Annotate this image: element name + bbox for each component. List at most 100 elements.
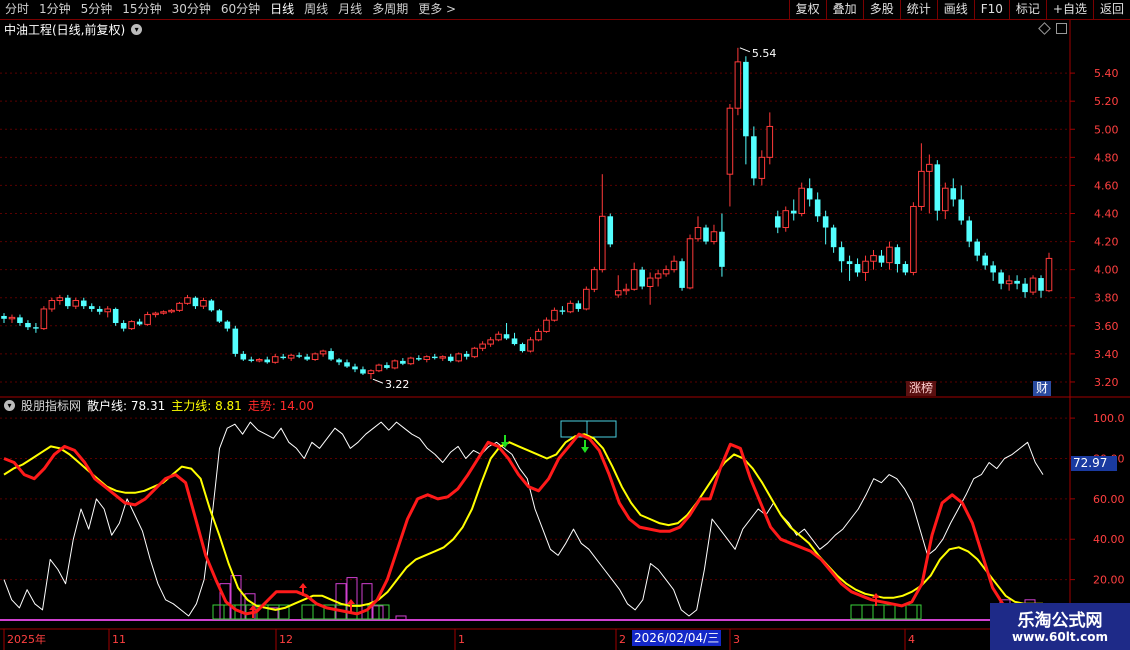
candle-body bbox=[360, 369, 366, 374]
candle-body bbox=[774, 216, 781, 228]
candle-body bbox=[40, 308, 48, 330]
candle-body bbox=[1038, 278, 1044, 291]
candle-body bbox=[80, 300, 87, 307]
candle-body bbox=[719, 231, 725, 267]
candle-body bbox=[319, 350, 327, 355]
candle-body bbox=[144, 314, 151, 325]
candle-body bbox=[567, 302, 574, 313]
indicator-name: 股朋指标网 bbox=[21, 398, 82, 413]
candle-body bbox=[1, 315, 7, 319]
candle-body bbox=[519, 344, 526, 352]
price-tick-label: 4.60 bbox=[1094, 179, 1119, 192]
candle-body bbox=[710, 231, 718, 243]
candle-body bbox=[862, 260, 869, 273]
candle-body bbox=[726, 107, 734, 175]
candle-body bbox=[240, 353, 247, 360]
candle-body bbox=[503, 334, 510, 339]
candle-body bbox=[527, 339, 534, 352]
indicator-dropdown-icon[interactable]: ▾ bbox=[4, 399, 15, 411]
green-signal-box bbox=[872, 604, 885, 620]
candle-body bbox=[344, 362, 350, 367]
candle-body bbox=[352, 366, 358, 370]
candle-body bbox=[88, 306, 95, 309]
green-signal-box bbox=[861, 604, 874, 620]
rank-badge[interactable]: 涨榜 bbox=[906, 381, 937, 396]
dropdown-circle-icon[interactable]: ▾ bbox=[131, 23, 143, 35]
candle-body bbox=[958, 199, 965, 221]
candle-body bbox=[455, 353, 462, 362]
candle-body bbox=[384, 365, 390, 368]
candle-body bbox=[296, 355, 302, 357]
green-signal-box bbox=[267, 604, 280, 620]
candle-body bbox=[950, 188, 957, 200]
price-tick-label: 3.60 bbox=[1094, 320, 1119, 333]
candle-body bbox=[255, 358, 263, 362]
finance-badge[interactable]: 财 bbox=[1033, 381, 1052, 396]
candle-body bbox=[65, 297, 71, 307]
candle-body bbox=[830, 227, 837, 248]
candle-body bbox=[598, 215, 606, 271]
candle-body bbox=[280, 356, 286, 359]
candle-body bbox=[152, 312, 159, 316]
candle-body bbox=[8, 316, 16, 320]
buy-arrow-head bbox=[347, 599, 355, 604]
indicator-legend: ▾ 股朋指标网 散户线: 78.31 主力线: 8.81 走势: 14.00 bbox=[4, 397, 314, 413]
candle-body bbox=[304, 356, 310, 360]
candle-body bbox=[136, 321, 143, 325]
candle-body bbox=[160, 311, 167, 314]
trend-line-value: 走势: 14.00 bbox=[247, 398, 315, 413]
magenta-histogram-bar bbox=[372, 605, 384, 621]
candle-body bbox=[248, 359, 255, 361]
buy-arrow-head bbox=[299, 583, 307, 588]
price-tick-label: 4.80 bbox=[1094, 151, 1119, 164]
green-signal-box bbox=[850, 604, 863, 620]
candle-body bbox=[686, 238, 694, 289]
candle-body bbox=[670, 260, 678, 271]
candle-body bbox=[471, 347, 478, 358]
candle-body bbox=[1014, 280, 1020, 284]
candle-body bbox=[224, 321, 231, 329]
candle-body bbox=[184, 297, 191, 304]
maximize-icon[interactable] bbox=[1056, 23, 1067, 34]
candle-body bbox=[751, 136, 757, 179]
price-tick-label: 3.20 bbox=[1094, 376, 1119, 389]
price-tick-label: 3.80 bbox=[1094, 292, 1119, 305]
high-pointer bbox=[739, 47, 751, 53]
candle-body bbox=[1029, 277, 1037, 293]
candle-body bbox=[120, 322, 127, 329]
candle-body bbox=[33, 327, 39, 329]
candle-body bbox=[942, 187, 949, 212]
candle-body bbox=[934, 164, 941, 211]
green-signal-box bbox=[916, 604, 922, 620]
candle-body bbox=[479, 343, 486, 349]
candle-body bbox=[511, 338, 518, 345]
time-tick-label: 12 bbox=[279, 633, 293, 646]
candle-body bbox=[974, 241, 980, 256]
chart-title-row: 中油工程(日线,前复权) ▾ bbox=[4, 21, 143, 37]
cursor-date-label: 2026/02/04/三 bbox=[632, 630, 722, 646]
candle-body bbox=[416, 358, 422, 360]
candle-body bbox=[535, 330, 542, 341]
candle-body bbox=[694, 227, 702, 240]
watermark-logo: 乐淘公式网 www.60lt.com bbox=[990, 603, 1130, 650]
candle-body bbox=[926, 163, 933, 172]
candle-body bbox=[264, 359, 271, 363]
candle-body bbox=[646, 277, 654, 287]
candle-body bbox=[583, 288, 590, 310]
candle-body bbox=[654, 273, 662, 279]
candle-body bbox=[630, 269, 638, 290]
time-tick-label: 2 bbox=[619, 633, 626, 646]
candle-body bbox=[990, 265, 996, 273]
candle-body bbox=[766, 125, 774, 158]
candle-body bbox=[447, 356, 454, 361]
candle-body bbox=[734, 61, 742, 109]
indicator-tick-label: 20.00 bbox=[1093, 574, 1125, 587]
low-pointer bbox=[372, 378, 384, 384]
cyan-signal-box bbox=[586, 420, 617, 438]
candle-body bbox=[328, 351, 334, 360]
stock-chart[interactable]: 5.40 5.20 5.00 4.80 4.60 4.40 4.20 4.00 3.80 3.60… bbox=[0, 0, 1130, 650]
candle-body bbox=[431, 356, 438, 359]
green-signal-box bbox=[378, 604, 390, 620]
candle-body bbox=[822, 216, 829, 228]
candle-body bbox=[200, 300, 207, 307]
